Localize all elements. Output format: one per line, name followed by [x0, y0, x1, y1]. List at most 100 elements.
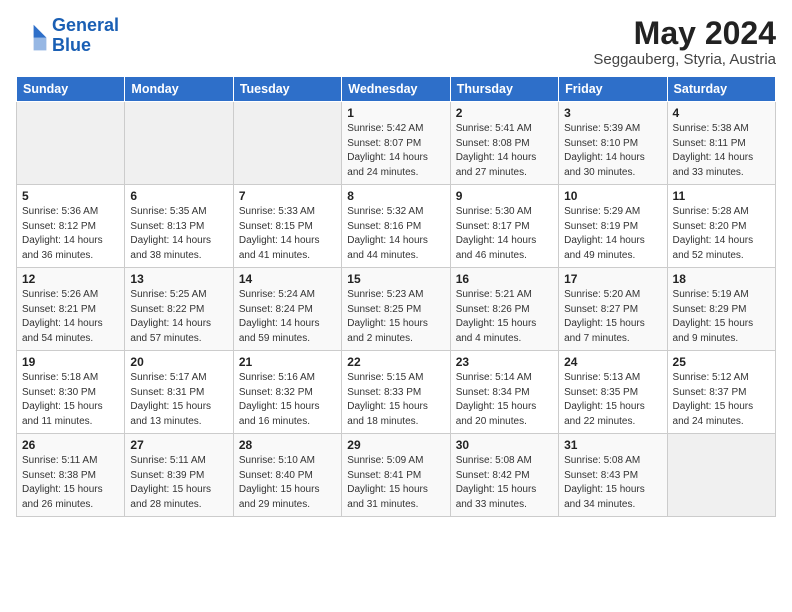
calendar-cell: 1Sunrise: 5:42 AM Sunset: 8:07 PM Daylig…: [342, 102, 450, 185]
logo-text: General Blue: [52, 16, 119, 56]
day-number: 24: [564, 355, 661, 369]
day-number: 11: [673, 189, 770, 203]
day-number: 4: [673, 106, 770, 120]
logo-icon: [16, 20, 48, 52]
weekday-header-saturday: Saturday: [667, 77, 775, 102]
day-number: 14: [239, 272, 336, 286]
day-number: 29: [347, 438, 444, 452]
calendar-cell: [125, 102, 233, 185]
day-info: Sunrise: 5:19 AM Sunset: 8:29 PM Dayligh…: [673, 288, 770, 346]
calendar-cell: [17, 102, 125, 185]
calendar-week-5: 26 Sunrise: 5:11 AM Sunset: 8:38 PM Dayli…: [17, 434, 776, 517]
calendar-cell: 27 Sunrise: 5:11 AM Sunset: 8:39 PM Dayli…: [125, 434, 233, 517]
day-number: 25: [673, 355, 770, 369]
day-number: 19: [22, 355, 119, 369]
day-number: 18: [673, 272, 770, 286]
logo-line2: Blue: [52, 35, 91, 55]
day-info: Sunrise: 5:30 AM Sunset: 8:17 PM Dayligh…: [456, 205, 553, 263]
day-info: Sunrise: 5:41 AM Sunset: 8:08 PM Dayligh…: [456, 122, 553, 180]
day-info: Sunrise: 5:26 AM Sunset: 8:21 PM Dayligh…: [22, 288, 119, 346]
calendar-cell: 22 Sunrise: 5:15 AM Sunset: 8:33 PM Dayli…: [342, 351, 450, 434]
calendar-cell: 11Sunrise: 5:28 AM Sunset: 8:20 PM Dayli…: [667, 185, 775, 268]
logo: General Blue: [16, 16, 119, 56]
day-number: 10: [564, 189, 661, 203]
day-number: 7: [239, 189, 336, 203]
day-number: 27: [130, 438, 227, 452]
day-number: 8: [347, 189, 444, 203]
calendar-week-1: 1Sunrise: 5:42 AM Sunset: 8:07 PM Daylig…: [17, 102, 776, 185]
day-number: 5: [22, 189, 119, 203]
day-number: 31: [564, 438, 661, 452]
day-info: Sunrise: 5:11 AM Sunset: 8:38 PM Dayligh…: [22, 454, 119, 512]
calendar-subtitle: Seggauberg, Styria, Austria: [593, 51, 776, 68]
day-number: 9: [456, 189, 553, 203]
calendar-cell: 17 Sunrise: 5:20 AM Sunset: 8:27 PM Dayli…: [559, 268, 667, 351]
title-block: May 2024 Seggauberg, Styria, Austria: [593, 16, 776, 68]
day-info: Sunrise: 5:33 AM Sunset: 8:15 PM Dayligh…: [239, 205, 336, 263]
day-info: Sunrise: 5:32 AM Sunset: 8:16 PM Dayligh…: [347, 205, 444, 263]
day-number: 12: [22, 272, 119, 286]
calendar-table: SundayMondayTuesdayWednesdayThursdayFrid…: [16, 76, 776, 517]
calendar-cell: [233, 102, 341, 185]
calendar-cell: 2 Sunrise: 5:41 AM Sunset: 8:08 PM Daylig…: [450, 102, 558, 185]
calendar-cell: 15Sunrise: 5:23 AM Sunset: 8:25 PM Dayli…: [342, 268, 450, 351]
day-info: Sunrise: 5:35 AM Sunset: 8:13 PM Dayligh…: [130, 205, 227, 263]
day-number: 3: [564, 106, 661, 120]
day-number: 20: [130, 355, 227, 369]
calendar-cell: 3 Sunrise: 5:39 AM Sunset: 8:10 PM Daylig…: [559, 102, 667, 185]
day-info: Sunrise: 5:24 AM Sunset: 8:24 PM Dayligh…: [239, 288, 336, 346]
weekday-header-row: SundayMondayTuesdayWednesdayThursdayFrid…: [17, 77, 776, 102]
calendar-cell: 13Sunrise: 5:25 AM Sunset: 8:22 PM Dayli…: [125, 268, 233, 351]
day-number: 22: [347, 355, 444, 369]
calendar-cell: 14 Sunrise: 5:24 AM Sunset: 8:24 PM Dayli…: [233, 268, 341, 351]
day-info: Sunrise: 5:36 AM Sunset: 8:12 PM Dayligh…: [22, 205, 119, 263]
calendar-cell: 29Sunrise: 5:09 AM Sunset: 8:41 PM Dayli…: [342, 434, 450, 517]
day-info: Sunrise: 5:21 AM Sunset: 8:26 PM Dayligh…: [456, 288, 553, 346]
day-info: Sunrise: 5:39 AM Sunset: 8:10 PM Dayligh…: [564, 122, 661, 180]
day-info: Sunrise: 5:14 AM Sunset: 8:34 PM Dayligh…: [456, 371, 553, 429]
calendar-cell: 6 Sunrise: 5:35 AM Sunset: 8:13 PM Daylig…: [125, 185, 233, 268]
day-info: Sunrise: 5:23 AM Sunset: 8:25 PM Dayligh…: [347, 288, 444, 346]
day-number: 6: [130, 189, 227, 203]
day-info: Sunrise: 5:29 AM Sunset: 8:19 PM Dayligh…: [564, 205, 661, 263]
day-info: Sunrise: 5:15 AM Sunset: 8:33 PM Dayligh…: [347, 371, 444, 429]
page-container: General Blue May 2024 Seggauberg, Styria…: [0, 0, 792, 527]
calendar-cell: [667, 434, 775, 517]
weekday-header-friday: Friday: [559, 77, 667, 102]
day-info: Sunrise: 5:13 AM Sunset: 8:35 PM Dayligh…: [564, 371, 661, 429]
day-info: Sunrise: 5:25 AM Sunset: 8:22 PM Dayligh…: [130, 288, 227, 346]
calendar-cell: 5 Sunrise: 5:36 AM Sunset: 8:12 PM Daylig…: [17, 185, 125, 268]
calendar-title: May 2024: [593, 16, 776, 51]
calendar-cell: 18 Sunrise: 5:19 AM Sunset: 8:29 PM Dayli…: [667, 268, 775, 351]
day-number: 26: [22, 438, 119, 452]
calendar-header: SundayMondayTuesdayWednesdayThursdayFrid…: [17, 77, 776, 102]
weekday-header-wednesday: Wednesday: [342, 77, 450, 102]
day-number: 21: [239, 355, 336, 369]
day-info: Sunrise: 5:17 AM Sunset: 8:31 PM Dayligh…: [130, 371, 227, 429]
day-number: 30: [456, 438, 553, 452]
day-info: Sunrise: 5:08 AM Sunset: 8:42 PM Dayligh…: [456, 454, 553, 512]
calendar-cell: 16Sunrise: 5:21 AM Sunset: 8:26 PM Dayli…: [450, 268, 558, 351]
calendar-cell: 12 Sunrise: 5:26 AM Sunset: 8:21 PM Dayli…: [17, 268, 125, 351]
day-number: 2: [456, 106, 553, 120]
day-number: 17: [564, 272, 661, 286]
day-info: Sunrise: 5:10 AM Sunset: 8:40 PM Dayligh…: [239, 454, 336, 512]
calendar-cell: 20 Sunrise: 5:17 AM Sunset: 8:31 PM Dayli…: [125, 351, 233, 434]
calendar-cell: 24 Sunrise: 5:13 AM Sunset: 8:35 PM Dayli…: [559, 351, 667, 434]
calendar-cell: 31Sunrise: 5:08 AM Sunset: 8:43 PM Dayli…: [559, 434, 667, 517]
day-info: Sunrise: 5:20 AM Sunset: 8:27 PM Dayligh…: [564, 288, 661, 346]
weekday-header-sunday: Sunday: [17, 77, 125, 102]
calendar-cell: 21Sunrise: 5:16 AM Sunset: 8:32 PM Dayli…: [233, 351, 341, 434]
day-info: Sunrise: 5:11 AM Sunset: 8:39 PM Dayligh…: [130, 454, 227, 512]
day-info: Sunrise: 5:42 AM Sunset: 8:07 PM Dayligh…: [347, 122, 444, 180]
calendar-cell: 26 Sunrise: 5:11 AM Sunset: 8:38 PM Dayli…: [17, 434, 125, 517]
calendar-cell: 9 Sunrise: 5:30 AM Sunset: 8:17 PM Daylig…: [450, 185, 558, 268]
day-info: Sunrise: 5:18 AM Sunset: 8:30 PM Dayligh…: [22, 371, 119, 429]
day-info: Sunrise: 5:12 AM Sunset: 8:37 PM Dayligh…: [673, 371, 770, 429]
weekday-header-tuesday: Tuesday: [233, 77, 341, 102]
calendar-week-3: 12 Sunrise: 5:26 AM Sunset: 8:21 PM Dayli…: [17, 268, 776, 351]
calendar-week-4: 19 Sunrise: 5:18 AM Sunset: 8:30 PM Dayli…: [17, 351, 776, 434]
calendar-cell: 23Sunrise: 5:14 AM Sunset: 8:34 PM Dayli…: [450, 351, 558, 434]
calendar-cell: 10 Sunrise: 5:29 AM Sunset: 8:19 PM Dayli…: [559, 185, 667, 268]
weekday-header-thursday: Thursday: [450, 77, 558, 102]
